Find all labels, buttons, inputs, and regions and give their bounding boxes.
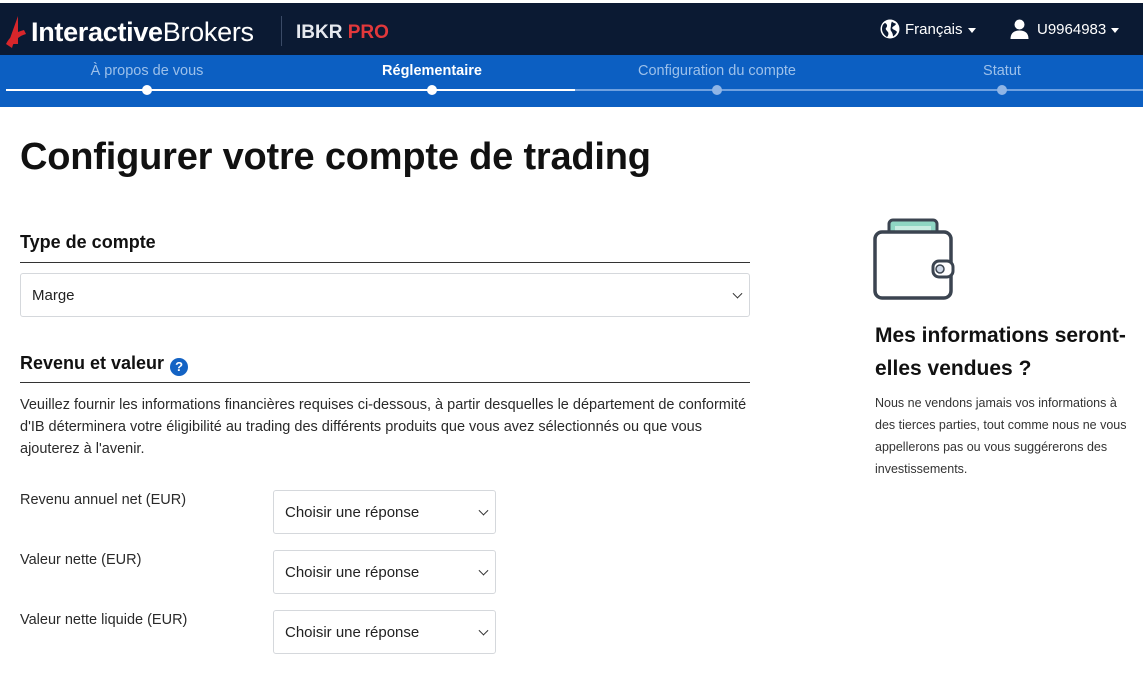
language-selector[interactable]: Français <box>880 19 976 39</box>
brand-name-bold: Interactive <box>31 16 163 47</box>
page-title: Configurer votre compte de trading <box>20 136 651 178</box>
income-description: Veuillez fournir les informations financ… <box>20 397 747 457</box>
chevron-down-icon <box>1111 27 1120 33</box>
ib-logo-mark-icon <box>6 16 26 48</box>
chevron-down-icon <box>478 565 489 576</box>
section-divider <box>20 382 750 383</box>
account-type-heading: Type de compte <box>20 232 156 252</box>
step-dot-status <box>997 85 1007 95</box>
wallet-icon <box>873 218 955 300</box>
globe-icon <box>880 19 900 39</box>
liquid-net-worth-label: Valeur nette liquide (EUR) <box>20 612 188 628</box>
user-menu[interactable]: U9964983 <box>1010 19 1120 39</box>
net-worth-select[interactable]: Choisir une réponse <box>273 550 496 594</box>
step-account-configuration[interactable]: Configuration du compte <box>587 63 847 79</box>
liquid-net-worth-select[interactable]: Choisir une réponse <box>273 610 496 654</box>
step-about-you[interactable]: À propos de vous <box>17 63 277 79</box>
progress-stepper: À propos de vous Réglementaire Configura… <box>0 55 1143 107</box>
section-divider <box>20 262 750 263</box>
net-annual-income-value: Choisir une réponse <box>285 503 420 521</box>
language-label: Français <box>905 20 963 38</box>
top-header: InteractiveBrokers IBKR PRO Français U99… <box>0 0 1143 55</box>
stepper-track-remaining <box>575 89 1143 91</box>
net-annual-income-label: Revenu annuel net (EUR) <box>20 492 187 508</box>
income-heading-label: Revenu et valeur <box>20 353 165 373</box>
stepper-track-completed <box>6 89 575 91</box>
user-id: U9964983 <box>1037 20 1107 38</box>
help-icon[interactable]: ? <box>170 357 189 376</box>
net-worth-label: Valeur nette (EUR) <box>20 552 142 568</box>
step-regulatory[interactable]: Réglementaire <box>302 63 562 79</box>
chevron-down-icon <box>732 288 743 299</box>
brand-name-regular: Brokers <box>162 16 254 47</box>
liquid-net-worth-value: Choisir une réponse <box>285 623 420 641</box>
chevron-down-icon <box>478 625 489 636</box>
product-label: IBKR <box>296 22 343 43</box>
product-tier: PRO <box>347 22 389 43</box>
product-name: IBKR PRO <box>296 22 389 44</box>
account-type-value: Marge <box>32 286 75 304</box>
chevron-down-icon <box>967 27 976 33</box>
step-dot-account-configuration <box>712 85 722 95</box>
user-icon <box>1010 19 1029 39</box>
ib-logo[interactable]: InteractiveBrokers <box>4 12 254 52</box>
account-type-select[interactable]: Marge <box>20 273 750 317</box>
info-title: Mes informations seront-elles vendues ? <box>875 324 1126 380</box>
net-annual-income-select[interactable]: Choisir une réponse <box>273 490 496 534</box>
step-dot-regulatory <box>427 85 437 95</box>
step-status[interactable]: Statut <box>872 63 1132 79</box>
step-dot-about-you <box>142 85 152 95</box>
info-text: Nous ne vendons jamais vos informations … <box>875 396 1127 476</box>
net-worth-value: Choisir une réponse <box>285 563 420 581</box>
income-heading: Revenu et valeur? <box>20 353 189 376</box>
header-divider <box>281 16 282 46</box>
chevron-down-icon <box>478 505 489 516</box>
